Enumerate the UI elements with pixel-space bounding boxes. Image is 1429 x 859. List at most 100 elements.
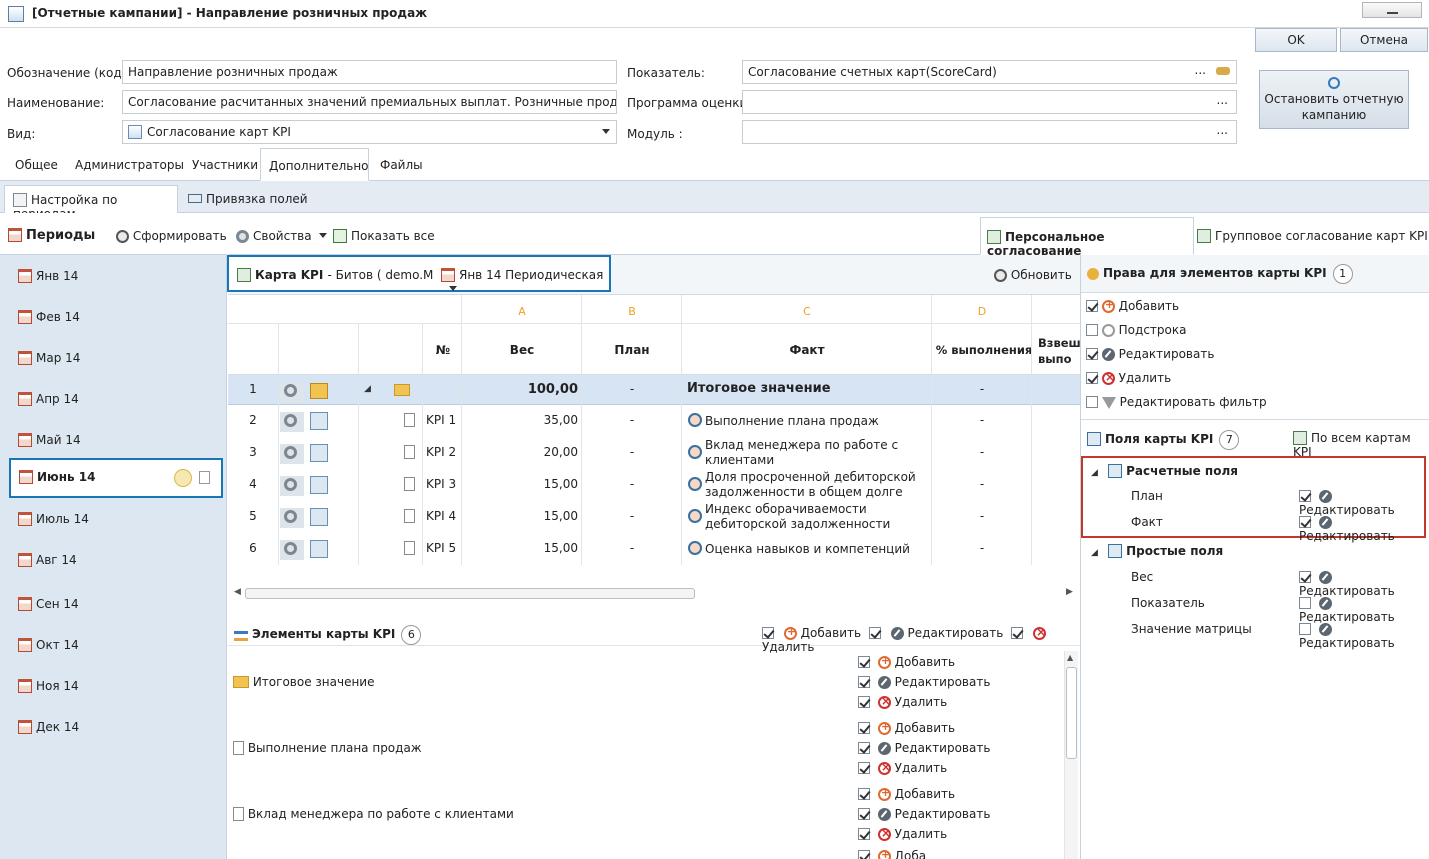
add-checkbox[interactable]: [858, 656, 870, 668]
period-item-selected[interactable]: Июнь 14: [9, 458, 223, 498]
ok-button[interactable]: OK: [1255, 28, 1337, 52]
minimize-button[interactable]: [1362, 2, 1422, 18]
edit-checkbox[interactable]: [858, 808, 870, 820]
properties-button[interactable]: Свойства: [236, 229, 328, 243]
scroll-thumb[interactable]: [1066, 667, 1077, 759]
table-row[interactable]: 2 KPI 1 35,00 - Выполнение плана продаж -: [228, 405, 1080, 437]
edit-checkbox[interactable]: [858, 676, 870, 688]
period-item[interactable]: Авг 14: [18, 553, 77, 567]
card-period-select[interactable]: Янв 14 Периодическая: [441, 268, 609, 296]
edit-checkbox[interactable]: [1299, 597, 1311, 609]
edit-checkbox[interactable]: [1299, 623, 1311, 635]
element-delete[interactable]: Удалить: [858, 826, 947, 841]
col-plan-header[interactable]: План: [582, 343, 682, 357]
element-add[interactable]: Добавить: [858, 786, 955, 801]
kpi-card-icon[interactable]: [310, 412, 328, 430]
period-item[interactable]: Май 14: [18, 433, 81, 447]
module-field[interactable]: ...: [742, 120, 1237, 144]
name-field[interactable]: Согласование расчитанных значений премиа…: [122, 90, 617, 114]
col-fact-header[interactable]: Факт: [682, 343, 932, 357]
add-checkbox[interactable]: [762, 627, 774, 639]
tab-general[interactable]: Общее: [7, 148, 66, 181]
scroll-thumb[interactable]: [245, 588, 695, 599]
right-item[interactable]: Удалить: [1086, 370, 1171, 385]
element-edit[interactable]: Редактировать: [858, 675, 990, 689]
col-pct-header[interactable]: % выполнения: [932, 343, 1036, 357]
browse-button[interactable]: ...: [1195, 63, 1206, 77]
module-browse-button[interactable]: ...: [1217, 123, 1228, 137]
element-add[interactable]: Добавить: [858, 720, 955, 735]
period-item[interactable]: Окт 14: [18, 638, 79, 652]
vertical-scrollbar[interactable]: ▲: [1064, 651, 1078, 859]
delete-checkbox[interactable]: [1011, 627, 1024, 639]
element-delete[interactable]: Удалить: [858, 694, 947, 709]
period-item[interactable]: Апр 14: [18, 392, 79, 406]
period-item[interactable]: Янв 14: [18, 269, 78, 283]
group-icon[interactable]: [310, 383, 328, 399]
all-cards-button[interactable]: По всем картам KPI: [1293, 431, 1429, 459]
period-item[interactable]: Июль 14: [18, 512, 89, 526]
edit-checkbox[interactable]: [1299, 516, 1311, 528]
tab-personal-approval[interactable]: Персональное согласование: [980, 217, 1194, 258]
gear-icon[interactable]: [284, 542, 297, 555]
gear-icon[interactable]: [284, 384, 297, 397]
gear-icon[interactable]: [284, 414, 297, 427]
element-delete[interactable]: Удалить: [858, 760, 947, 775]
kpi-card-icon[interactable]: [310, 540, 328, 558]
element-add[interactable]: Добавить: [858, 654, 955, 669]
right-checkbox[interactable]: [1086, 396, 1098, 408]
right-item[interactable]: Редактировать: [1086, 347, 1214, 361]
delete-checkbox[interactable]: [858, 696, 870, 708]
element-edit[interactable]: Редактировать: [858, 807, 990, 821]
col-weight-header[interactable]: Вес: [462, 343, 582, 357]
table-row-total[interactable]: 1 ◢ 100,00 - Итоговое значение -: [228, 375, 1080, 405]
col-weighted-header[interactable]: Взвеш выпо: [1038, 335, 1080, 367]
edit-checkbox[interactable]: [1299, 490, 1311, 502]
edit-checkbox[interactable]: [1299, 571, 1311, 583]
gear-icon[interactable]: [284, 446, 297, 459]
generate-button[interactable]: Сформировать: [116, 229, 227, 243]
cancel-button[interactable]: Отмена: [1340, 28, 1428, 52]
collapse-icon[interactable]: ◢: [1091, 548, 1098, 558]
tab-participants[interactable]: Участники: [184, 148, 266, 181]
field-edit[interactable]: Редактировать: [1299, 515, 1424, 543]
calc-fields-title[interactable]: ◢ Расчетные поля: [1091, 464, 1238, 478]
copy-icon[interactable]: [199, 471, 210, 484]
right-checkbox[interactable]: [1086, 300, 1098, 312]
tab-admins[interactable]: Администраторы: [67, 148, 192, 181]
add-checkbox[interactable]: [858, 850, 870, 859]
element-edit[interactable]: Редактировать: [858, 741, 990, 755]
right-checkbox[interactable]: [1086, 348, 1098, 360]
add-checkbox[interactable]: [858, 788, 870, 800]
edit-checkbox[interactable]: [858, 742, 870, 754]
gear-icon[interactable]: [284, 510, 297, 523]
period-item[interactable]: Дек 14: [18, 720, 79, 734]
stop-campaign-button[interactable]: Остановить отчетную кампанию: [1259, 70, 1409, 129]
period-item[interactable]: Ноя 14: [18, 679, 79, 693]
show-all-button[interactable]: Показать все: [333, 229, 435, 243]
table-row[interactable]: 4 KPI 3 15,00 - Доля просроченной дебиторско…: [228, 469, 1080, 501]
horizontal-scrollbar[interactable]: ◀ ▶: [228, 585, 1080, 601]
program-field[interactable]: ...: [742, 90, 1237, 114]
element-add-partial[interactable]: Доба: [858, 848, 926, 859]
period-item[interactable]: Сен 14: [18, 597, 79, 611]
collapse-icon[interactable]: ◢: [1091, 468, 1098, 478]
kpi-card-icon[interactable]: [310, 444, 328, 462]
simple-fields-title[interactable]: ◢ Простые поля: [1091, 544, 1223, 558]
tab-group-approval[interactable]: Групповое согласование карт KPI: [1197, 229, 1428, 243]
indicator-field[interactable]: Согласование счетных карт(ScoreCard) ...: [742, 60, 1237, 84]
subtab-field-binding[interactable]: Привязка полей: [180, 185, 316, 213]
right-item[interactable]: Добавить: [1086, 298, 1179, 313]
period-item[interactable]: Мар 14: [18, 351, 80, 365]
col-num-header[interactable]: №: [423, 343, 463, 357]
pointing-hand-icon[interactable]: [1216, 67, 1230, 75]
right-checkbox[interactable]: [1086, 372, 1098, 384]
delete-checkbox[interactable]: [858, 828, 870, 840]
add-checkbox[interactable]: [858, 722, 870, 734]
gear-icon[interactable]: [284, 478, 297, 491]
kpi-card-icon[interactable]: [310, 508, 328, 526]
delete-checkbox[interactable]: [858, 762, 870, 774]
lightning-icon[interactable]: [174, 469, 192, 487]
table-row[interactable]: 5 KPI 4 15,00 - Индекс оборачиваемости дебит…: [228, 501, 1080, 533]
right-item[interactable]: Подстрока: [1086, 323, 1186, 337]
